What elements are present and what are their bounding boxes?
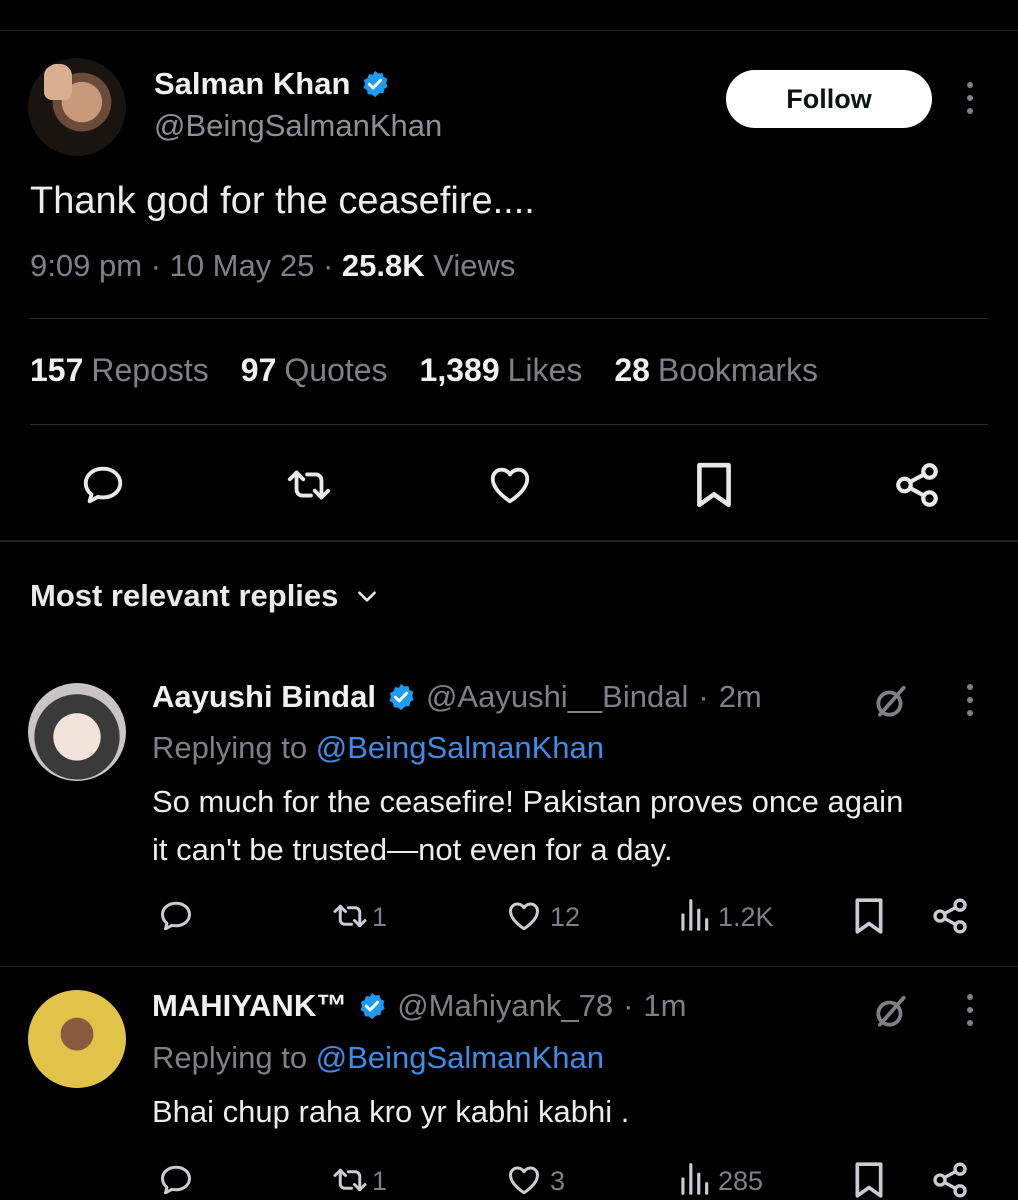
meta-separator: · xyxy=(150,248,170,283)
repost-count: 1 xyxy=(372,902,388,932)
views-count: 1.2K xyxy=(718,902,774,932)
grok-icon[interactable] xyxy=(872,683,910,721)
reply-text-line: Bhai chup raha kro yr kabhi kabhi . xyxy=(152,1094,630,1129)
bookmark-icon[interactable] xyxy=(692,460,736,510)
reply-header: Aayushi Bindal @Aayushi__Bindal · 2m xyxy=(152,676,762,718)
reply-text-line: So much for the ceasefire! Pakistan prov… xyxy=(152,784,904,819)
replying-to-label: Replying to xyxy=(152,1040,316,1075)
author-name-row: Salman Khan xyxy=(154,64,390,104)
views-count: 285 xyxy=(718,1166,764,1196)
replies-sort-label: Most relevant replies xyxy=(30,578,339,613)
reply-avatar[interactable] xyxy=(28,990,126,1088)
tweet-date: 10 May 25 xyxy=(169,248,315,283)
reply-more-icon[interactable] xyxy=(963,684,977,716)
repost-icon[interactable] xyxy=(284,462,334,508)
grok-icon[interactable] xyxy=(872,993,910,1031)
reply-text: Bhai chup raha kro yr kabhi kabhi . xyxy=(152,1088,629,1136)
share-icon[interactable] xyxy=(930,896,970,936)
like-count: 3 xyxy=(550,1166,566,1196)
stat-quotes[interactable]: 97 Quotes xyxy=(241,352,388,389)
like-count: 12 xyxy=(550,902,581,932)
reply-divider xyxy=(0,966,1018,967)
reply-text: So much for the ceasefire! Pakistan prov… xyxy=(152,778,903,874)
section-divider xyxy=(0,540,1018,542)
views-count: 25.8K xyxy=(341,248,425,283)
replying-to-line: Replying to @BeingSalmanKhan xyxy=(152,1040,604,1076)
repost-icon[interactable] xyxy=(330,898,370,934)
reply-author-handle[interactable]: @Mahiyank_78 xyxy=(397,988,613,1024)
bookmark-icon[interactable] xyxy=(852,1160,886,1200)
reply-author-name[interactable]: Aayushi Bindal xyxy=(152,679,376,715)
reply-avatar[interactable] xyxy=(28,683,126,781)
divider xyxy=(30,318,988,319)
reply-time: 1m xyxy=(643,988,687,1023)
tweet-text: Thank god for the ceasefire.... xyxy=(30,180,535,222)
reply-header: MAHIYANK™ @Mahiyank_78 · 1m xyxy=(152,985,686,1027)
meta-separator: · xyxy=(322,248,342,283)
stat-likes[interactable]: 1,389 Likes xyxy=(420,352,583,389)
replying-to-label: Replying to xyxy=(152,730,316,765)
repost-count: 1 xyxy=(372,1166,388,1196)
author-handle[interactable]: @BeingSalmanKhan xyxy=(154,108,442,144)
like-icon[interactable] xyxy=(486,462,534,508)
verified-badge-icon xyxy=(363,70,389,98)
reply-icon[interactable] xyxy=(80,462,126,508)
share-icon[interactable] xyxy=(930,1160,970,1200)
views-icon[interactable] xyxy=(676,896,712,934)
replying-to-line: Replying to @BeingSalmanKhan xyxy=(152,730,604,766)
replying-to-mention[interactable]: @BeingSalmanKhan xyxy=(316,730,604,765)
engagement-stats: 157 Reposts 97 Quotes 1,389 Likes 28 Bookmar… xyxy=(30,352,818,389)
author-avatar[interactable] xyxy=(28,58,126,156)
verified-badge-icon xyxy=(389,683,414,711)
stat-reposts[interactable]: 157 Reposts xyxy=(30,352,209,389)
tweet-meta: 9:09 pm · 10 May 25 · 25.8K Views xyxy=(30,248,515,284)
reply-time: 2m xyxy=(718,679,762,714)
verified-badge-icon xyxy=(360,992,385,1020)
author-name[interactable]: Salman Khan xyxy=(154,66,350,102)
share-icon[interactable] xyxy=(892,460,942,510)
more-options-icon[interactable] xyxy=(963,82,977,114)
top-divider xyxy=(0,30,1018,31)
reply-icon[interactable] xyxy=(158,898,194,934)
reply-text-line: it can't be trusted—not even for a day. xyxy=(152,832,673,867)
replies-sort-dropdown[interactable]: Most relevant replies xyxy=(30,578,380,614)
views-icon[interactable] xyxy=(676,1160,712,1198)
bookmark-icon[interactable] xyxy=(852,896,886,936)
reply-more-icon[interactable] xyxy=(963,994,977,1026)
follow-button[interactable]: Follow xyxy=(726,70,932,128)
divider xyxy=(30,424,988,425)
replying-to-mention[interactable]: @BeingSalmanKhan xyxy=(316,1040,604,1075)
meta-separator: · xyxy=(698,679,709,714)
reply-icon[interactable] xyxy=(158,1162,194,1198)
like-icon[interactable] xyxy=(506,1162,542,1198)
views-label: Views xyxy=(433,248,516,283)
meta-separator: · xyxy=(623,988,634,1023)
repost-icon[interactable] xyxy=(330,1162,370,1198)
stat-bookmarks[interactable]: 28 Bookmarks xyxy=(614,352,818,389)
reply-author-handle[interactable]: @Aayushi__Bindal xyxy=(426,679,688,715)
like-icon[interactable] xyxy=(506,898,542,934)
tweet-time: 9:09 pm xyxy=(30,248,143,283)
reply-author-name[interactable]: MAHIYANK™ xyxy=(152,988,347,1024)
chevron-down-icon xyxy=(358,591,377,602)
